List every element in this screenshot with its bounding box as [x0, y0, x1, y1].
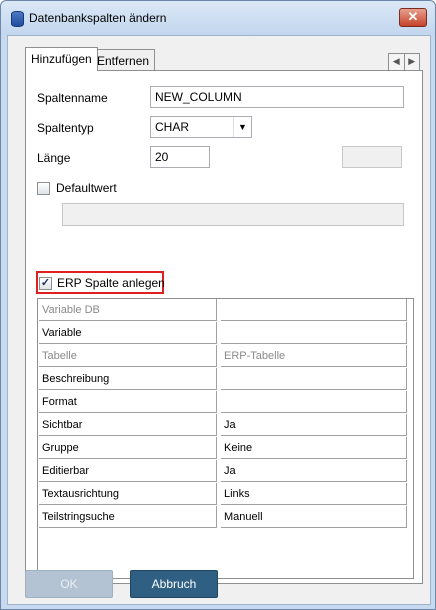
dialog-client-area: Hinzufügen Entfernen ◀ ▶ Spaltenname NEW… [7, 35, 431, 605]
grid-cell-value[interactable] [221, 322, 407, 344]
grid-cell-name: Textausrichtung [39, 483, 217, 505]
table-row: Sichtbar Ja [38, 414, 413, 437]
table-row: Tabelle ERP-Tabelle [38, 345, 413, 368]
grid-cell-value[interactable]: Links [221, 483, 407, 505]
grid-cell-value[interactable]: Manuell [221, 506, 407, 528]
cancel-button[interactable]: Abbruch [130, 570, 218, 598]
database-icon [11, 11, 24, 27]
laenge-input[interactable]: 20 [150, 146, 210, 168]
table-row: Variable [38, 322, 413, 345]
grid-cell-name: Teilstringsuche [39, 506, 217, 528]
spaltenname-input[interactable]: NEW_COLUMN [150, 86, 404, 108]
tab-scroll-right-icon[interactable]: ▶ [405, 54, 420, 70]
tab-scroll-left-icon[interactable]: ◀ [389, 54, 405, 70]
table-row: Teilstringsuche Manuell [38, 506, 413, 529]
close-button[interactable]: ✕ [399, 8, 427, 27]
table-row: Variable DB [38, 299, 413, 322]
spaltentyp-select[interactable]: CHAR ▼ [150, 116, 252, 138]
table-row: Format [38, 391, 413, 414]
grid-cell-name: Beschreibung [39, 368, 217, 390]
spaltentyp-label: Spaltentyp [37, 121, 94, 135]
grid-cell-name: Variable DB [39, 299, 217, 321]
erp-properties-grid: Variable DB Variable Tabelle ERP-Tabelle… [37, 298, 414, 579]
spaltentyp-value: CHAR [155, 120, 190, 134]
table-row: Textausrichtung Links [38, 483, 413, 506]
erp-spalte-checkbox[interactable]: ✓ [39, 277, 52, 290]
dialog-window: Datenbankspalten ändern ✕ Hinzufügen Ent… [0, 0, 436, 610]
title-bar[interactable]: Datenbankspalten ändern ✕ [1, 1, 435, 35]
chevron-down-icon[interactable]: ▼ [233, 117, 251, 137]
table-row: Editierbar Ja [38, 460, 413, 483]
laenge-extra-input [342, 146, 402, 168]
table-row: Gruppe Keine [38, 437, 413, 460]
grid-cell-name: Tabelle [39, 345, 217, 367]
tab-hinzufuegen[interactable]: Hinzufügen [25, 47, 98, 71]
grid-cell-name: Format [39, 391, 217, 413]
tab-panel-hinzufuegen: Spaltenname NEW_COLUMN Spaltentyp CHAR ▼… [25, 70, 423, 584]
grid-cell-value[interactable]: Ja [221, 460, 407, 482]
laenge-label: Länge [37, 151, 71, 165]
ok-button[interactable]: OK [25, 570, 113, 598]
grid-cell-name: Gruppe [39, 437, 217, 459]
grid-cell-value[interactable]: Keine [221, 437, 407, 459]
grid-cell-name: Variable [39, 322, 217, 344]
grid-cell-value[interactable]: ERP-Tabelle [221, 345, 407, 367]
grid-cell-value[interactable]: Ja [221, 414, 407, 436]
spaltenname-label: Spaltenname [37, 91, 108, 105]
table-row: Beschreibung [38, 368, 413, 391]
grid-cell-name: Sichtbar [39, 414, 217, 436]
tab-entfernen[interactable]: Entfernen [91, 49, 156, 71]
grid-cell-name: Editierbar [39, 460, 217, 482]
window-title: Datenbankspalten ändern [29, 11, 167, 25]
tab-scroll-buttons: ◀ ▶ [388, 53, 420, 71]
grid-cell-value[interactable] [221, 368, 407, 390]
erp-spalte-label: ERP Spalte anlegen [57, 276, 165, 290]
defaultwert-label: Defaultwert [56, 181, 117, 195]
grid-cell-value[interactable] [221, 299, 407, 321]
defaultwert-input [62, 203, 404, 226]
grid-cell-value[interactable] [221, 391, 407, 413]
defaultwert-checkbox[interactable] [37, 182, 50, 195]
